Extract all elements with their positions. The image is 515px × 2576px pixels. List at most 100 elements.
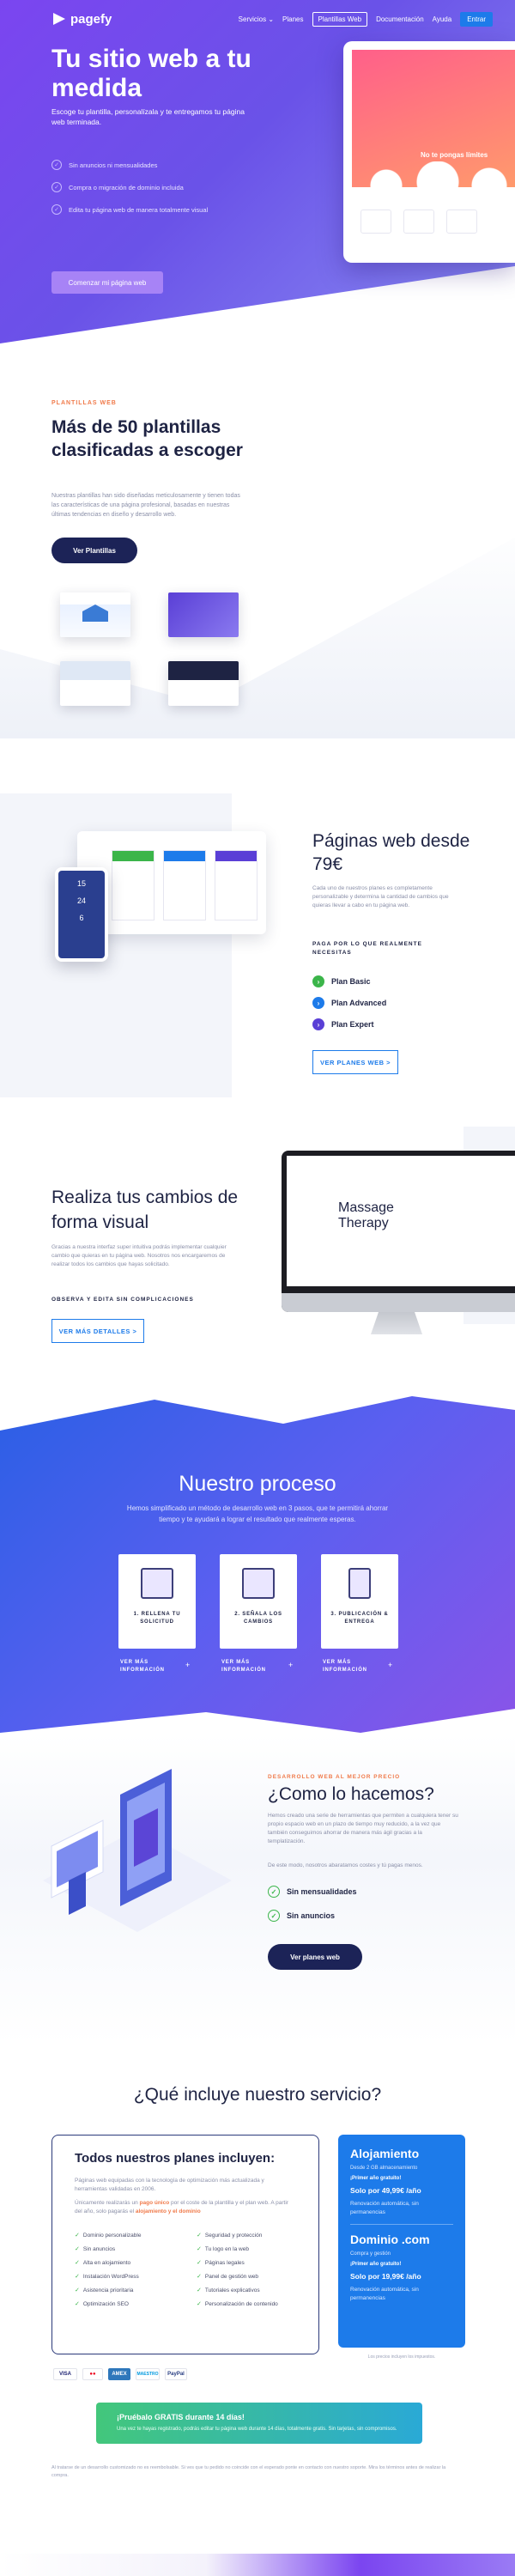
plan-advanced-item[interactable]: › Plan Advanced [312, 997, 386, 1009]
check-icon: ✓ [52, 204, 62, 215]
process-step-1-card[interactable]: 1. RELLENA TU SOLICITUD [118, 1554, 196, 1649]
feature-left-4: ✓ Instalación WordPress [75, 2273, 139, 2281]
check-icon: ✓ [75, 2246, 80, 2252]
hosting-sub-2: ¡Primer año gratuito! [350, 2176, 402, 2181]
check-icon: ✓ [52, 160, 62, 170]
step-3-more-link[interactable]: VER MÁS INFORMACIÓN [323, 1659, 374, 1674]
check-icon: ✓ [75, 2260, 80, 2266]
check-icon: ✓ [75, 2274, 80, 2280]
plus-icon: + [388, 1661, 393, 1669]
monitor-stand [371, 1312, 422, 1334]
feature-left-6: ✓ Optimización SEO [75, 2300, 129, 2308]
templates-title: Más de 50 plantillas clasificadas a esco… [52, 417, 243, 460]
hosting-title: Alojamiento [350, 2147, 420, 2160]
check-icon: ✓ [75, 2233, 80, 2239]
edit-grid-icon [242, 1568, 275, 1599]
hero-check-2: ✓ Compra o migración de dominio incluida [52, 182, 184, 192]
visa-icon: VISA [53, 2368, 77, 2380]
plus-icon: + [185, 1661, 191, 1669]
nav-ayuda[interactable]: Ayuda [433, 15, 452, 23]
how-check-2: ✓ Sin anuncios [268, 1910, 335, 1922]
hero-start-button[interactable]: Comenzar mi página web [52, 271, 163, 294]
brand-logo[interactable]: pagefy [53, 12, 112, 27]
arrow-icon: › [312, 975, 324, 987]
step-2-more-link[interactable]: VER MÁS INFORMACIÓN [221, 1659, 273, 1674]
domain-sub-1: Compra y gestión [350, 2251, 391, 2257]
nav-planes[interactable]: Planes [282, 15, 303, 23]
pricing-title: Páginas web desde 79€ [312, 831, 470, 874]
maestro-icon: MAESTRO [136, 2368, 160, 2380]
plan-expert-item[interactable]: › Plan Expert [312, 1018, 374, 1030]
check-icon: ✓ [52, 182, 62, 192]
visual-title: Realiza tus cambios de forma visual [52, 1188, 239, 1232]
price-note: Los precios incluyen los impuestos. [367, 2354, 436, 2360]
how-text-1: Hemos creado una serie de herramientas q… [268, 1813, 458, 1844]
visual-label: OBSERVA Y EDITA SIN COMPLICACIONES [52, 1297, 194, 1303]
login-button[interactable]: Entrar [460, 11, 493, 27]
includes-text-2: Únicamente realizarás un pago único por … [75, 2200, 288, 2215]
check-icon: ✓ [197, 2233, 202, 2239]
pricing-text: Cada uno de nuestros planes es completam… [312, 885, 449, 908]
feature-right-1: ✓ Seguridad y protección [197, 2232, 263, 2239]
view-templates-button[interactable]: Ver Plantillas [52, 538, 137, 563]
brand-name: pagefy [70, 11, 112, 27]
domain-price: Solo por 19,99€ /año [350, 2272, 421, 2281]
monitor-mockup: Massage Therapy [282, 1151, 515, 1312]
check-icon: ✓ [197, 2274, 202, 2280]
template-thumb-4[interactable] [168, 661, 239, 706]
isometric-illustration [43, 1769, 232, 1932]
nav-servicios[interactable]: Servicios ⌄ [239, 15, 274, 23]
step-1-more-link[interactable]: VER MÁS INFORMACIÓN [120, 1659, 172, 1674]
feature-left-1: ✓ Dominio personalizable [75, 2232, 142, 2239]
form-icon [141, 1568, 173, 1599]
includes-text-1: Páginas web equipadas con la tecnología … [75, 2178, 264, 2192]
hosting-domain-card: Alojamiento Desde 2 GB almacenamiento ¡P… [338, 2135, 465, 2348]
footer-note: Al tratarse de un desarrollo customizado… [52, 2465, 446, 2478]
view-plans-button[interactable]: VER PLANES WEB > [312, 1050, 398, 1074]
check-icon: ✓ [268, 1886, 280, 1898]
visual-text: Gracias a nuestra interfaz super intuiti… [52, 1244, 227, 1267]
trial-text: Una vez te hayas registrado, podrás edit… [117, 2427, 397, 2432]
monitor-screen-text: Massage Therapy [338, 1200, 394, 1230]
template-thumb-1[interactable] [60, 592, 130, 637]
feature-left-5: ✓ Asistencia prioritaria [75, 2287, 134, 2294]
template-thumb-2[interactable] [168, 592, 239, 637]
screen-title: No te pongas límites [421, 151, 488, 159]
check-icon: ✓ [197, 2287, 202, 2293]
feature-right-5: ✓ Tutoriales explicativos [197, 2287, 260, 2294]
feature-left-3: ✓ Alta en alojamiento [75, 2259, 131, 2267]
feature-left-2: ✓ Sin anuncios [75, 2245, 116, 2253]
hero-subtitle: Escoge tu plantilla, personalízala y te … [52, 107, 245, 126]
how-tag: DESARROLLO WEB AL MEJOR PRECIO [268, 1774, 401, 1780]
pricing-phone-mockup: 15 24 6 [55, 867, 108, 962]
how-title: ¿Como lo hacemos? [268, 1784, 434, 1804]
process-step-3-card[interactable]: 3. PUBLICACIÓN & ENTREGA [321, 1554, 398, 1649]
includes-title: Todos nuestros planes incluyen: [75, 2151, 276, 2166]
logo-icon [53, 13, 65, 25]
feature-right-4: ✓ Panel de gestión web [197, 2273, 259, 2281]
check-icon: ✓ [75, 2287, 80, 2293]
service-title: ¿Qué incluye nuestro servicio? [133, 2085, 382, 2105]
process-step-2-card[interactable]: 2. SEÑALA LOS CAMBIOS [220, 1554, 297, 1649]
process-text: Hemos simplificado un método de desarrol… [126, 1504, 389, 1523]
free-trial-banner[interactable]: ¡Pruébalo GRATIS durante 14 días! Una ve… [96, 2403, 422, 2444]
feature-right-3: ✓ Páginas legales [197, 2259, 245, 2267]
how-check-1: ✓ Sin mensualidades [268, 1886, 357, 1898]
pricing-label: PAGA POR LO QUE REALMENTE NECESITAS [312, 941, 422, 956]
feature-right-6: ✓ Personalización de contenido [197, 2300, 278, 2308]
top-navbar: pagefy Servicios ⌄ Planes Plantillas Web… [0, 0, 515, 38]
hero-check-1: ✓ Sin anuncios ni mensualidades [52, 160, 157, 170]
nav-plantillas[interactable]: Plantillas Web [312, 11, 368, 27]
view-details-button[interactable]: VER MÁS DETALLES > [52, 1319, 144, 1343]
paypal-icon: PayPal [165, 2368, 187, 2380]
feature-right-2: ✓ Tu logo en la web [197, 2245, 249, 2253]
nav-documentacion[interactable]: Documentación [376, 15, 424, 23]
check-icon: ✓ [197, 2301, 202, 2307]
arrow-icon: › [312, 997, 324, 1009]
template-thumb-3[interactable] [60, 661, 130, 706]
hero-laptop-mockup: No te pongas límites [343, 41, 515, 263]
hosting-note: Renovación automática, sin permanencias [350, 2201, 419, 2215]
plan-basic-item[interactable]: › Plan Basic [312, 975, 371, 987]
view-web-plans-button[interactable]: Ver planes web [268, 1944, 362, 1970]
trial-title: ¡Pruébalo GRATIS durante 14 días! [117, 2413, 245, 2421]
